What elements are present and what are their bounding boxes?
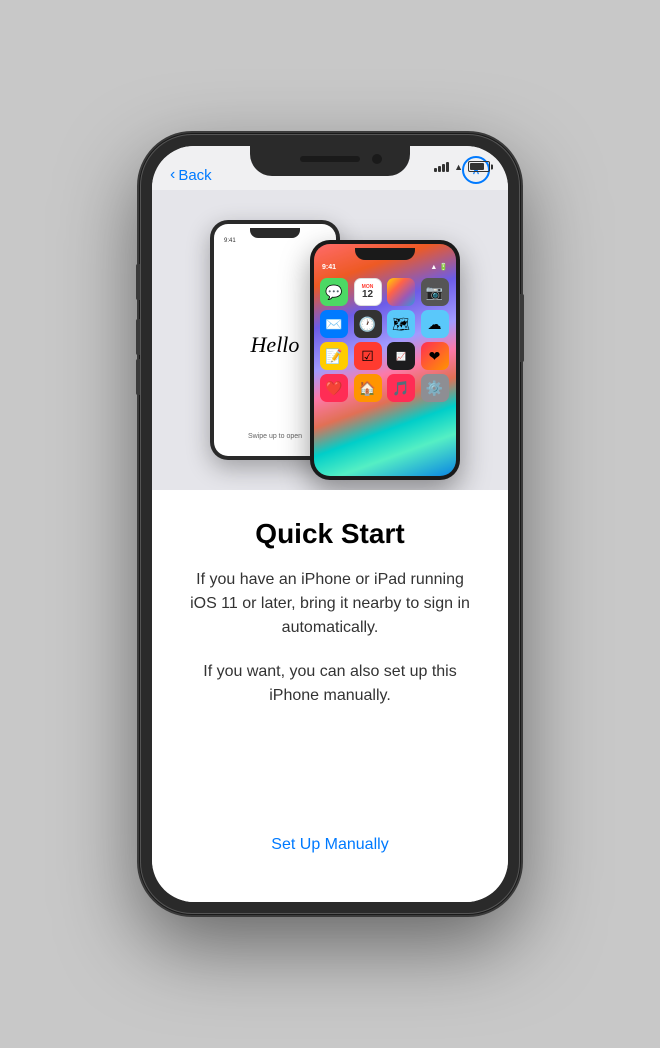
phone-home: 9:41 ▲ 🔋 💬 MON 12	[310, 240, 460, 480]
back-status-bar: 9:41	[224, 238, 326, 244]
app-grid-row1: 💬 MON 12 📷 ✉️ 🕐 🗺	[314, 274, 456, 406]
app-heart: ❤️	[320, 374, 348, 402]
speaker	[300, 156, 360, 162]
signal-bar-4	[446, 162, 449, 172]
app-reminders: ☑	[354, 342, 382, 370]
front-phone-notch	[355, 248, 415, 260]
calendar-date: 12	[362, 290, 373, 300]
app-files: ☁	[421, 310, 449, 338]
app-health: ❤	[421, 342, 449, 370]
signal-bar-1	[434, 168, 437, 172]
home-screen-content: 9:41 ▲ 🔋 💬 MON 12	[314, 260, 456, 476]
wifi-icon: ▲	[454, 162, 463, 172]
battery-fill	[470, 163, 484, 170]
screen-content: ▲ ‹ Back	[152, 146, 508, 902]
description-text-1: If you have an iPhone or iPad running iO…	[182, 568, 478, 640]
app-photos	[387, 278, 415, 306]
description-text-2: If you want, you can also set up this iP…	[182, 660, 478, 708]
phones-illustration: 9:41 Hello Swipe up to open 9:41	[200, 200, 460, 480]
camera	[372, 154, 382, 164]
hero-image-area: 9:41 Hello Swipe up to open 9:41	[152, 190, 508, 490]
app-stocks: 📈	[387, 342, 415, 370]
main-content: Quick Start If you have an iPhone or iPa…	[152, 490, 508, 902]
app-mail: ✉️	[320, 310, 348, 338]
phone-notch	[250, 146, 410, 176]
quick-start-title: Quick Start	[255, 518, 404, 550]
home-time: 9:41	[322, 264, 336, 271]
app-notes: 📝	[320, 342, 348, 370]
app-settings: ⚙️	[421, 374, 449, 402]
phone-device: ▲ ‹ Back	[140, 134, 520, 914]
app-camera: 📷	[421, 278, 449, 306]
signal-bars	[434, 162, 449, 172]
signal-bar-2	[438, 166, 441, 172]
app-music: 🎵	[387, 374, 415, 402]
back-time: 9:41	[224, 238, 236, 244]
battery-icon	[468, 161, 490, 172]
app-maps: 🗺	[387, 310, 415, 338]
status-icons: ▲	[434, 161, 490, 172]
home-status-bar: 9:41 ▲ 🔋	[314, 260, 456, 274]
app-home: 🏠	[354, 374, 382, 402]
hello-text: Hello	[251, 332, 300, 358]
back-phone-notch	[250, 228, 300, 238]
app-calendar: MON 12	[354, 278, 382, 306]
app-clock: 🕐	[354, 310, 382, 338]
signal-bar-3	[442, 164, 445, 172]
phone-screen: ▲ ‹ Back	[152, 146, 508, 902]
app-messages: 💬	[320, 278, 348, 306]
home-screen: 9:41 ▲ 🔋 💬 MON 12	[314, 244, 456, 476]
home-icons: ▲ 🔋	[430, 263, 448, 271]
set-up-manually-button[interactable]: Set Up Manually	[271, 836, 388, 854]
swipe-text: Swipe up to open	[248, 433, 302, 440]
bottom-link-area: Set Up Manually	[271, 836, 388, 882]
